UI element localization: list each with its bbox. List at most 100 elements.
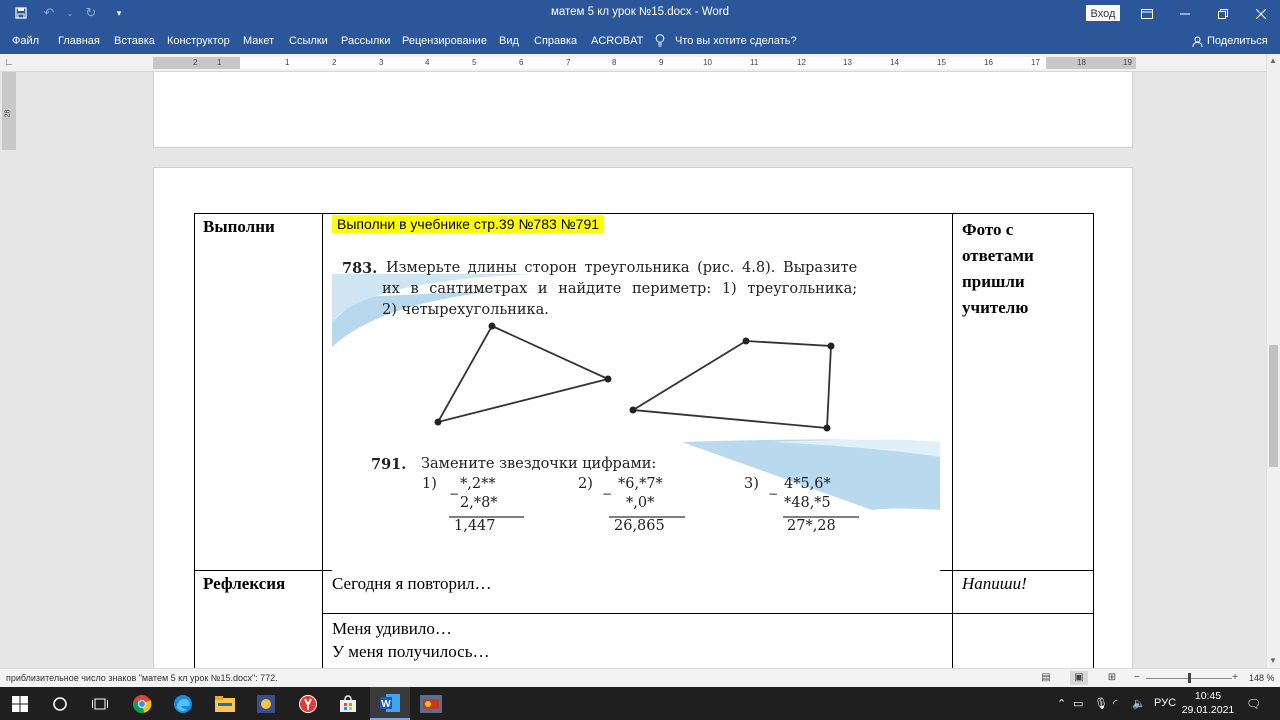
notifications-icon[interactable]: 🗨 (1246, 697, 1261, 711)
vertical-ruler[interactable]: 28 (2, 72, 16, 150)
signin-button[interactable]: Вход (1086, 5, 1120, 21)
zoom-out-icon[interactable]: − (1128, 671, 1146, 685)
ruler-label: 1 (285, 58, 290, 67)
ruler-label: 4 (425, 58, 430, 67)
clock[interactable]: 10:45 29.01.2021 (1180, 689, 1236, 717)
table-border (952, 213, 953, 668)
tab-acrobat[interactable]: ACROBAT (591, 35, 643, 47)
photo-instruction: Фото с ответами пришли учителю (962, 217, 1034, 321)
photo-instruction-line: учителю (962, 298, 1029, 317)
input-language[interactable]: РУС (1154, 697, 1176, 709)
volume-icon[interactable]: 🔈 (1132, 697, 1146, 710)
person-icon (1192, 36, 1203, 47)
ruler-label: 15 (937, 58, 946, 67)
tab-help[interactable]: Справка (534, 35, 577, 47)
undo-icon[interactable]: ↶ (38, 4, 60, 22)
quick-access-toolbar: ↶ ⌄ ↻ ▾ (10, 4, 130, 22)
ribbon-tabs: Файл Главная Вставка Конструктор Макет С… (0, 27, 1280, 54)
textbook-image[interactable]: 783. Измерьте длины сторон треугольника … (332, 242, 940, 574)
example-1-number: 1) (422, 476, 437, 492)
horizontal-ruler[interactable]: ∟ 2 1 1 2 3 4 5 6 7 8 9 10 11 12 13 14 1… (0, 54, 1280, 72)
ruler-label: 5 (472, 58, 477, 67)
show-hidden-icons-icon[interactable]: ⌃ (1057, 697, 1066, 710)
document-area[interactable]: Выполни Выполни в учебнике стр.39 №783 №… (18, 72, 1266, 668)
problem-783-number: 783. (342, 260, 378, 277)
tab-view[interactable]: Вид (499, 35, 519, 47)
minus-sign: − (768, 487, 779, 501)
example-1-subtrahend: 2,*8* (460, 495, 498, 511)
tell-me-search[interactable]: Что вы хотите сделать? (655, 34, 797, 47)
tell-me-label: Что вы хотите сделать? (675, 34, 797, 47)
ruler-label: 17 (1031, 58, 1040, 67)
minus-sign: − (602, 487, 613, 501)
task-view-icon[interactable] (80, 687, 120, 720)
table-border (194, 213, 1094, 214)
scroll-down-icon[interactable]: ▼ (1269, 656, 1277, 665)
reflection-prompt[interactable]: Сегодня я повторил… (332, 574, 492, 594)
redo-icon[interactable]: ↻ (80, 4, 102, 22)
share-button[interactable]: Поделиться (1192, 35, 1268, 47)
assignment-text: Выполни в учебнике стр.39 №783 №791 (332, 215, 605, 233)
zoom-level[interactable]: 148 % (1249, 673, 1275, 683)
print-layout-icon[interactable]: ▣ (1070, 671, 1088, 685)
problem-783-text: 2) четырехугольника. (382, 302, 549, 318)
microphone-icon[interactable]: 🎙 (1094, 697, 1108, 710)
problem-783-text: их в сантиметрах и найдите периметр: 1) … (382, 281, 858, 297)
ruler-label: 10 (703, 58, 712, 67)
tab-file[interactable]: Файл (12, 35, 39, 47)
undo-dropdown-icon[interactable]: ⌄ (66, 4, 74, 22)
store-icon[interactable] (328, 687, 368, 720)
clock-time: 10:45 (1194, 690, 1222, 702)
problem-791-text: Замените звездочки цифрами: (421, 456, 657, 472)
problem-783-text: Измерьте длины сторон треугольника (рис.… (386, 260, 858, 276)
ruler-label: 18 (1077, 58, 1086, 67)
example-3-subtrahend: *48,*5 (784, 495, 831, 511)
scroll-up-icon[interactable]: ▲ (1269, 56, 1277, 65)
reflection-line: У меня получилось… (332, 642, 490, 661)
tab-mailings[interactable]: Рассылки (341, 35, 390, 47)
restore-icon[interactable] (1204, 0, 1242, 27)
word-count-status[interactable]: приблизительное число знаков "матем 5 кл… (6, 673, 278, 683)
example-2-subtrahend: *,0* (626, 495, 655, 511)
scrollbar-thumb[interactable] (1269, 345, 1278, 467)
ruler-label: 13 (843, 58, 852, 67)
vertical-scrollbar[interactable]: ▲ ▼ (1266, 54, 1280, 668)
file-explorer-icon[interactable] (205, 687, 245, 720)
reflection-line: Меня удивило… (332, 619, 452, 638)
tab-review[interactable]: Рецензирование (402, 35, 487, 47)
chrome-icon[interactable] (122, 687, 162, 720)
word-app-icon[interactable]: W (370, 687, 410, 720)
ruler-bar[interactable]: 2 1 1 2 3 4 5 6 7 8 9 10 11 12 13 14 15 … (153, 57, 1136, 69)
tab-selector[interactable]: ∟ (2, 56, 16, 70)
reflection-lines[interactable]: Меня удивило… У меня получилось… (332, 617, 489, 663)
ruler-label: 11 (750, 58, 759, 67)
tab-references[interactable]: Ссылки (289, 35, 328, 47)
minimize-icon[interactable] (1166, 0, 1204, 27)
edge-icon[interactable] (163, 687, 203, 720)
save-icon[interactable] (10, 4, 32, 22)
close-icon[interactable] (1242, 0, 1280, 27)
tab-design[interactable]: Конструктор (167, 35, 230, 47)
ruler-label: 16 (984, 58, 993, 67)
photo-app-icon[interactable] (246, 687, 286, 720)
ribbon-display-options-icon[interactable] (1128, 0, 1166, 27)
game-app-icon[interactable] (411, 687, 451, 720)
read-mode-icon[interactable]: ▤ (1037, 671, 1055, 685)
photo-instruction-line: ответами (962, 246, 1034, 265)
example-3-result: 27*,28 (787, 518, 836, 534)
tab-insert[interactable]: Вставка (114, 35, 155, 47)
search-icon[interactable] (40, 687, 80, 720)
lesson-table: Выполни Выполни в учебнике стр.39 №783 №… (194, 213, 1094, 668)
zoom-slider-thumb[interactable] (1188, 673, 1191, 683)
ruler-label: 19 (1123, 58, 1132, 67)
windows-start-icon[interactable] (0, 687, 40, 720)
windows-taskbar: W ⌃ ▭ 🎙 ◜ 🔈 РУС 10:45 29.01.2021 🗨 (0, 687, 1280, 720)
zoom-in-icon[interactable]: + (1226, 671, 1244, 685)
customize-qat-icon[interactable]: ▾ (108, 4, 130, 22)
tab-home[interactable]: Главная (58, 35, 100, 47)
yandex-browser-icon[interactable] (288, 687, 328, 720)
web-layout-icon[interactable]: ⊞ (1103, 671, 1121, 685)
tab-layout[interactable]: Макет (243, 35, 274, 47)
wifi-icon[interactable]: ◜ (1113, 697, 1117, 710)
battery-icon[interactable]: ▭ (1073, 697, 1083, 710)
